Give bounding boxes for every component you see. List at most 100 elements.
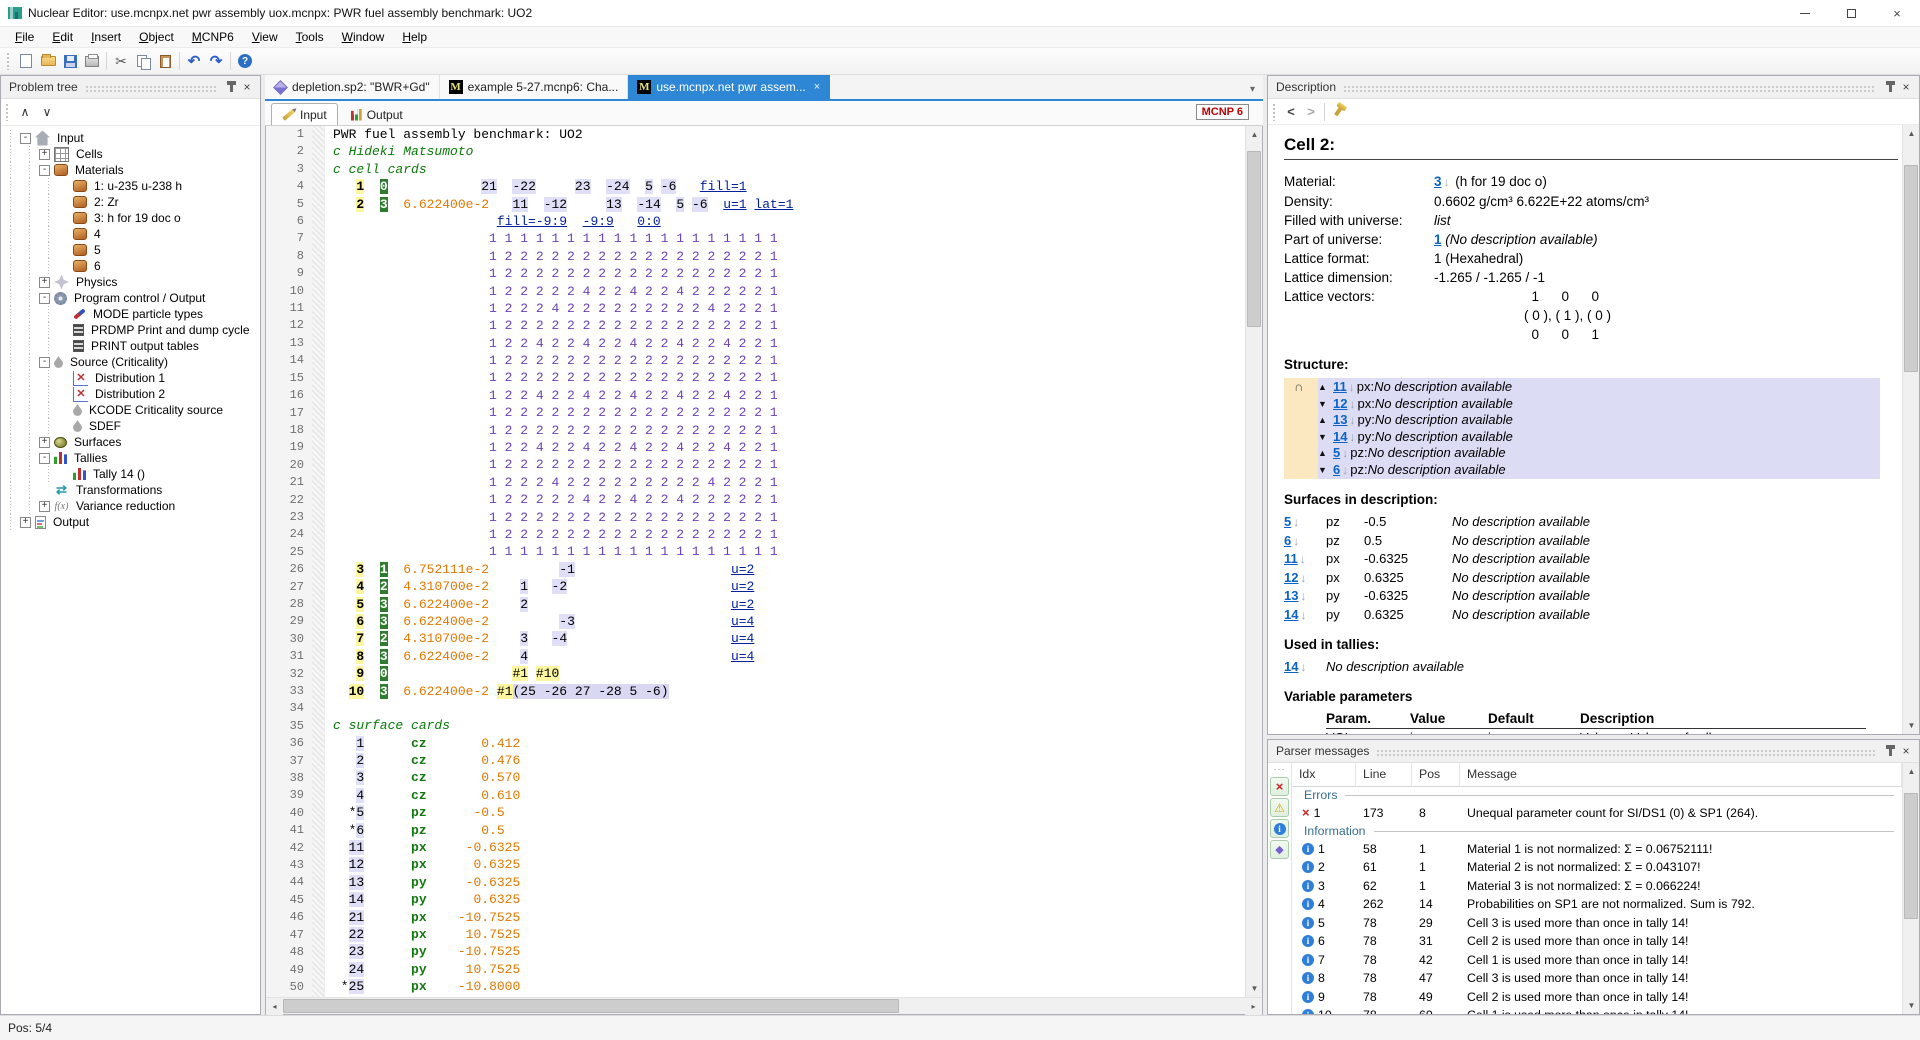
code-line[interactable]: 1 2 2 2 2 2 2 2 2 2 2 2 2 2 2 2 2 2 1 (333, 352, 1245, 369)
tree-item[interactable]: 2: Zr (1, 194, 260, 210)
surface-link[interactable]: 5 (1333, 445, 1340, 462)
code-line[interactable]: 1 2 2 2 4 2 2 2 2 2 2 2 2 2 4 2 2 2 1 (333, 474, 1245, 491)
menu-file[interactable]: File (6, 28, 43, 46)
code-line[interactable]: 1 2 2 2 2 2 4 2 2 4 2 2 4 2 2 2 2 2 1 (333, 491, 1245, 508)
collapse-icon[interactable]: - (39, 357, 50, 368)
code-line[interactable]: PWR fuel assembly benchmark: UO2 (333, 126, 1245, 143)
code-line[interactable]: 1 2 2 2 2 2 2 2 2 2 2 2 2 2 2 2 2 2 1 (333, 317, 1245, 334)
bookmark-gutter[interactable] (312, 126, 325, 997)
menu-edit[interactable]: Edit (43, 28, 82, 46)
tree-item[interactable]: SDEF (1, 418, 260, 434)
redo-button[interactable]: ↷ (205, 50, 227, 72)
menu-help[interactable]: Help (393, 28, 436, 46)
goto-icon[interactable]: ↓ (1293, 515, 1299, 529)
message-group[interactable]: Information (1292, 823, 1902, 840)
structure-row[interactable]: ▼14↓ py: No description available (1318, 429, 1513, 446)
code-line[interactable]: 12 px 0.6325 (333, 856, 1245, 873)
goto-icon[interactable]: ↓ (1300, 660, 1306, 674)
parser-message-row[interactable]: i3621Material 3 is not normalized: Σ = 0… (1292, 877, 1902, 896)
code-line[interactable]: 4 cz 0.610 (333, 787, 1245, 804)
expand-icon[interactable]: + (20, 517, 31, 528)
goto-icon[interactable]: ↓ (1342, 445, 1348, 462)
tree-item[interactable]: KCODE Criticality source (1, 402, 260, 418)
code-line[interactable]: 4 2 4.310700e-2 1 -2 u=2 (333, 578, 1245, 595)
scroll-down-icon[interactable]: ▼ (1903, 997, 1920, 1014)
tree-item[interactable]: PRDMP Print and dump cycle (1, 322, 260, 338)
collapse-icon[interactable]: - (39, 165, 50, 176)
code-line[interactable]: 10 3 6.622400e-2 #1(25 -26 27 -28 5 -6) (333, 683, 1245, 700)
code-line[interactable]: 5 3 6.622400e-2 2 u=2 (333, 596, 1245, 613)
code-line[interactable]: 1 cz 0.412 (333, 735, 1245, 752)
collapse-icon[interactable]: - (20, 133, 31, 144)
tree-item[interactable]: PRINT output tables (1, 338, 260, 354)
code-line[interactable]: 1 1 1 1 1 1 1 1 1 1 1 1 1 1 1 1 1 1 1 (333, 543, 1245, 560)
document-tab[interactable]: depletion.sp2: "BWR+Gd" (265, 75, 440, 99)
tree-item[interactable]: 4 (1, 226, 260, 242)
close-panel-icon[interactable]: × (1898, 743, 1914, 759)
tree-item[interactable]: -Source (Criticality) (1, 354, 260, 370)
code-line[interactable]: 9 0 #1 #10 (333, 665, 1245, 682)
tree-item[interactable]: 1: u-235 u-238 h (1, 178, 260, 194)
tree-item[interactable]: +f(x)Variance reduction (1, 498, 260, 514)
tree-item[interactable]: ⇄Transformations (1, 482, 260, 498)
parser-message-row[interactable]: i87847Cell 3 is used more than once in t… (1292, 969, 1902, 988)
tree-item[interactable]: ✕Distribution 1 (1, 370, 260, 386)
code-line[interactable]: 3 1 6.752111e-2 -1 u=2 (333, 561, 1245, 578)
scroll-up-icon[interactable]: ▲ (1903, 763, 1920, 780)
tree-item[interactable]: 3: h for 19 doc o (1, 210, 260, 226)
parser-table-header[interactable]: IdxLinePosMessage (1292, 763, 1902, 787)
column-header[interactable]: Line (1356, 763, 1412, 786)
parser-message-row[interactable]: ×11738Unequal parameter count for SI/DS1… (1292, 804, 1902, 823)
expand-icon[interactable]: + (39, 437, 50, 448)
code-line[interactable]: c cell cards (333, 161, 1245, 178)
code-line[interactable]: 2 3 6.622400e-2 11 -12 13 -14 5 -6 u=1 l… (333, 196, 1245, 213)
description-scrollbar[interactable]: ▲ ▼ (1902, 125, 1919, 734)
message-group[interactable]: Errors (1292, 787, 1902, 804)
editor-vertical-scrollbar[interactable]: ▲ ▼ (1245, 126, 1262, 997)
tree-item[interactable]: 5 (1, 242, 260, 258)
code-line[interactable]: 1 2 2 2 2 2 2 2 2 2 2 2 2 2 2 2 2 2 1 (333, 509, 1245, 526)
parser-message-row[interactable]: i1581Material 1 is not normalized: Σ = 0… (1292, 840, 1902, 859)
pushpin-icon[interactable] (1334, 107, 1342, 116)
goto-icon[interactable]: ↓ (1349, 396, 1355, 413)
tree-item[interactable]: -Program control / Output (1, 290, 260, 306)
document-tab[interactable]: Muse.mcnpx.net pwr assem...× (628, 75, 830, 99)
scroll-up-icon[interactable]: ▲ (1246, 126, 1262, 143)
pin-icon[interactable] (1882, 79, 1898, 95)
surface-link[interactable]: 14 (1284, 607, 1298, 622)
goto-icon[interactable]: ↓ (1300, 571, 1306, 585)
filter-errors-button[interactable]: × (1270, 777, 1289, 796)
pin-icon[interactable] (1882, 743, 1898, 759)
expand-icon[interactable]: + (39, 501, 50, 512)
help-button[interactable]: ? (234, 50, 256, 72)
column-header[interactable]: Pos (1412, 763, 1460, 786)
move-down-button[interactable]: ∨ (36, 102, 58, 122)
code-line[interactable]: 1 0 21 -22 23 -24 5 -6 fill=1 (333, 178, 1245, 195)
code-line[interactable]: 1 2 2 2 2 2 2 2 2 2 2 2 2 2 2 2 2 2 1 (333, 422, 1245, 439)
tree-item[interactable]: MODE particle types (1, 306, 260, 322)
undo-button[interactable]: ↶ (183, 50, 205, 72)
parser-message-row[interactable]: i67831Cell 2 is used more than once in t… (1292, 932, 1902, 951)
parser-message-row[interactable]: i107860Cell 1 is used more than once in … (1292, 1006, 1902, 1014)
close-panel-icon[interactable]: × (1898, 79, 1914, 95)
goto-icon[interactable]: ↓ (1349, 429, 1355, 446)
surface-link[interactable]: 11 (1284, 551, 1298, 566)
parser-scrollbar[interactable]: ▲ ▼ (1902, 763, 1919, 1014)
nav-back-icon[interactable]: < (1281, 102, 1301, 122)
code-line[interactable]: fill=-9:9 -9:9 0:0 (333, 213, 1245, 230)
code-line[interactable]: 1 2 2 2 2 2 2 2 2 2 2 2 2 2 2 2 2 2 1 (333, 404, 1245, 421)
parser-message-row[interactable]: i2611Material 2 is not normalized: Σ = 0… (1292, 858, 1902, 877)
menu-tools[interactable]: Tools (287, 28, 333, 46)
code-line[interactable]: 23 py -10.7525 (333, 943, 1245, 960)
code-line[interactable]: 1 2 2 2 2 2 2 2 2 2 2 2 2 2 2 2 2 2 1 (333, 456, 1245, 473)
code-line[interactable]: 14 py 0.6325 (333, 891, 1245, 908)
code-line[interactable]: 3 cz 0.570 (333, 769, 1245, 786)
tree-item[interactable]: +Physics (1, 274, 260, 290)
code-line[interactable]: *25 px -10.8000 (333, 978, 1245, 995)
surface-link[interactable]: 3 (1434, 174, 1442, 189)
code-line[interactable]: 1 2 2 2 2 2 2 2 2 2 2 2 2 2 2 2 2 2 1 (333, 526, 1245, 543)
maximize-button[interactable] (1828, 0, 1874, 27)
code-line[interactable]: 8 3 6.622400e-2 4 u=4 (333, 648, 1245, 665)
move-up-button[interactable]: ∧ (14, 102, 36, 122)
parser-message-row[interactable]: i57829Cell 3 is used more than once in t… (1292, 914, 1902, 933)
